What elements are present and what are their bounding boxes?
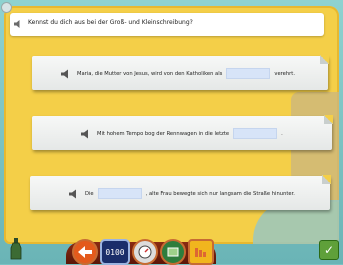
bottom-toolbar: 0100 xyxy=(52,234,230,265)
instruction-speaker-icon[interactable] xyxy=(13,19,23,29)
folder-button[interactable] xyxy=(188,239,214,265)
speaker-icon[interactable] xyxy=(60,69,72,79)
arrow-icon xyxy=(78,246,92,258)
answer-blank-1[interactable] xyxy=(226,68,271,79)
back-arrow-button[interactable] xyxy=(72,239,98,265)
sentence-card-3: Die , alte Frau bewegte sich nur langsam… xyxy=(30,175,331,210)
gauge-button[interactable] xyxy=(132,239,158,265)
bottle-icon[interactable] xyxy=(10,238,22,260)
sentence-text-before: Die xyxy=(85,190,94,197)
folder-icon xyxy=(195,248,206,257)
clock-icon: 0100 xyxy=(105,247,125,257)
clock-display[interactable]: 0100 xyxy=(100,239,130,265)
map-icon xyxy=(167,247,179,257)
answer-blank-3[interactable] xyxy=(97,188,142,199)
check-icon: ✓ xyxy=(323,243,335,257)
sentence-text-before: Maria, die Mutter von Jesus, wird von de… xyxy=(77,70,223,77)
check-button[interactable]: ✓ xyxy=(319,240,339,260)
sentence-text-after: . xyxy=(281,130,283,137)
speaker-icon[interactable] xyxy=(68,189,80,199)
sentence-card-1: Maria, die Mutter von Jesus, wird von de… xyxy=(32,55,329,90)
sentence-text-before: Mit hohem Tempo bog der Rennwagen in die… xyxy=(97,130,230,137)
gauge-icon xyxy=(138,245,152,259)
sentence-card-2: Mit hohem Tempo bog der Rennwagen in die… xyxy=(32,115,333,150)
menu-corner-button[interactable] xyxy=(1,2,12,13)
speaker-icon[interactable] xyxy=(80,129,92,139)
answer-blank-2[interactable] xyxy=(233,128,278,139)
instruction-bar: Kennst du dich aus bei der Groß- und Kle… xyxy=(10,13,324,36)
map-button[interactable] xyxy=(160,239,186,265)
exercise-board: Kennst du dich aus bei der Groß- und Kle… xyxy=(4,6,339,244)
sentence-text-after: , alte Frau bewegte sich nur langsam die… xyxy=(145,190,295,197)
app-window: Kennst du dich aus bei der Groß- und Kle… xyxy=(0,0,343,265)
sentence-text-after: verehrt. xyxy=(274,70,295,77)
instruction-text: Kennst du dich aus bei der Groß- und Kle… xyxy=(28,19,193,26)
